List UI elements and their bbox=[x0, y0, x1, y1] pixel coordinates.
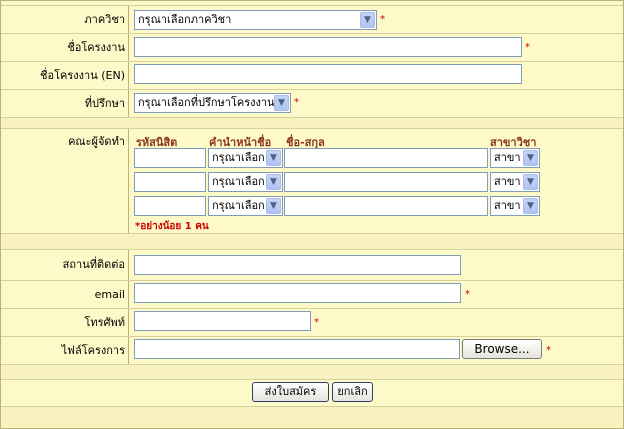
chevron-down-icon[interactable]: ▼ bbox=[266, 198, 281, 214]
chevron-down-icon[interactable]: ▼ bbox=[266, 174, 281, 190]
row-actions: ส่งใบสมัคร ยกเลิก bbox=[1, 380, 623, 406]
members-note: *อย่างน้อย 1 คน bbox=[135, 221, 209, 232]
row-project-file: ไฟล์โครงการ Browse... * bbox=[1, 337, 623, 364]
department-label: ภาควิชา bbox=[1, 6, 129, 33]
department-select-value: กรุณาเลือกภาควิชา bbox=[138, 13, 232, 26]
row-phone: โทรศัพท์ * bbox=[1, 309, 623, 336]
advisor-label: ที่ปรึกษา bbox=[1, 90, 129, 117]
advisor-select[interactable]: กรุณาเลือกที่ปรึกษาโครงงาน ▼ bbox=[134, 93, 291, 113]
project-file-label: ไฟล์โครงการ bbox=[1, 337, 129, 364]
member-2-prefix-select[interactable]: กรุณาเลือก ▼ bbox=[208, 172, 283, 192]
member-1-student-id[interactable] bbox=[134, 148, 206, 168]
spacer bbox=[1, 407, 623, 428]
member-1-major-select[interactable]: สาขา ▼ bbox=[490, 148, 540, 168]
member-3-prefix-select[interactable]: กรุณาเลือก ▼ bbox=[208, 196, 283, 216]
contact-label: สถานที่ติดต่อ bbox=[1, 250, 129, 280]
submit-button[interactable]: ส่งใบสมัคร bbox=[252, 382, 329, 402]
row-project-name-en: ชื่อโครงงาน (EN) bbox=[1, 62, 623, 89]
member-2-fullname[interactable] bbox=[284, 172, 488, 192]
project-name-en-label: ชื่อโครงงาน (EN) bbox=[1, 62, 129, 89]
required-marker: * bbox=[314, 317, 319, 328]
member-2-student-id[interactable] bbox=[134, 172, 206, 192]
spacer bbox=[1, 365, 623, 379]
project-name-label: ชื่อโครงงาน bbox=[1, 34, 129, 61]
chevron-down-icon[interactable]: ▼ bbox=[523, 198, 538, 214]
row-department: ภาควิชา กรุณาเลือกภาควิชา ▼ * bbox=[1, 6, 623, 33]
browse-button[interactable]: Browse... bbox=[462, 339, 542, 359]
chevron-down-icon[interactable]: ▼ bbox=[360, 12, 375, 28]
chevron-down-icon[interactable]: ▼ bbox=[266, 150, 281, 166]
row-advisor: ที่ปรึกษา กรุณาเลือกที่ปรึกษาโครงงาน ▼ * bbox=[1, 90, 623, 117]
chevron-down-icon[interactable]: ▼ bbox=[274, 95, 289, 111]
member-2-major-select[interactable]: สาขา ▼ bbox=[490, 172, 540, 192]
member-3-student-id[interactable] bbox=[134, 196, 206, 216]
project-file-path-input[interactable] bbox=[134, 339, 460, 359]
chevron-down-icon[interactable]: ▼ bbox=[523, 150, 538, 166]
row-contact: สถานที่ติดต่อ bbox=[1, 250, 623, 280]
required-marker: * bbox=[546, 345, 551, 356]
row-project-name: ชื่อโครงงาน * bbox=[1, 34, 623, 61]
member-3-major-select[interactable]: สาขา ▼ bbox=[490, 196, 540, 216]
spacer bbox=[1, 234, 623, 249]
member-1-prefix-select[interactable]: กรุณาเลือก ▼ bbox=[208, 148, 283, 168]
phone-label: โทรศัพท์ bbox=[1, 309, 129, 336]
member-3-major-value: สาขา bbox=[494, 199, 521, 212]
email-label: email bbox=[1, 281, 129, 308]
project-name-en-input[interactable] bbox=[134, 64, 522, 84]
email-input[interactable] bbox=[134, 283, 461, 303]
advisor-select-value: กรุณาเลือกที่ปรึกษาโครงงาน bbox=[138, 96, 275, 109]
member-2-major-value: สาขา bbox=[494, 175, 521, 188]
department-select[interactable]: กรุณาเลือกภาควิชา ▼ bbox=[134, 10, 377, 30]
application-form: ภาควิชา กรุณาเลือกภาควิชา ▼ * ชื่อโครงงา… bbox=[0, 0, 624, 429]
member-3-fullname[interactable] bbox=[284, 196, 488, 216]
member-1-prefix-value: กรุณาเลือก bbox=[212, 151, 265, 164]
project-name-input[interactable] bbox=[134, 37, 522, 57]
members-label: คณะผู้จัดทำ bbox=[1, 129, 129, 233]
row-members: คณะผู้จัดทำ รหัสนิสิต คำนำหน้าชื่อ ชื่อ-… bbox=[1, 129, 623, 233]
contact-input[interactable] bbox=[134, 255, 461, 275]
row-email: email * bbox=[1, 281, 623, 308]
required-marker: * bbox=[380, 14, 385, 25]
spacer bbox=[1, 118, 623, 128]
phone-input[interactable] bbox=[134, 311, 311, 331]
required-marker: * bbox=[294, 97, 299, 108]
member-1-major-value: สาขา bbox=[494, 151, 521, 164]
required-marker: * bbox=[525, 42, 530, 53]
member-3-prefix-value: กรุณาเลือก bbox=[212, 199, 265, 212]
member-1-fullname[interactable] bbox=[284, 148, 488, 168]
cancel-button[interactable]: ยกเลิก bbox=[332, 382, 373, 402]
member-2-prefix-value: กรุณาเลือก bbox=[212, 175, 265, 188]
required-marker: * bbox=[465, 289, 470, 300]
chevron-down-icon[interactable]: ▼ bbox=[523, 174, 538, 190]
